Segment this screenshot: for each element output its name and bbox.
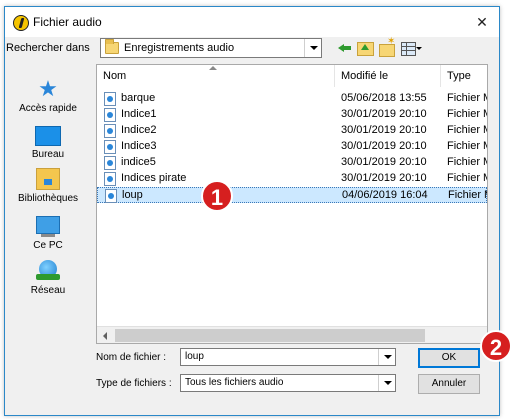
file-date: 30/01/2019 20:10: [341, 172, 427, 184]
file-type: Fichier MP: [447, 140, 487, 152]
audio-file-icon: [104, 124, 116, 138]
place-label: Bureau: [31, 149, 65, 160]
desktop-icon: [35, 126, 61, 146]
file-name: Indice3: [121, 140, 157, 152]
column-header-date[interactable]: Modifié le: [335, 65, 441, 87]
file-row[interactable]: barque 05/06/2018 13:55 Fichier MP: [97, 91, 487, 107]
file-list[interactable]: Nom Modifié le Type barque 05/06/2018 13…: [96, 64, 488, 344]
close-button[interactable]: ✕: [471, 11, 493, 33]
column-header-type[interactable]: Type: [441, 65, 487, 87]
audio-file-icon: [104, 140, 116, 154]
ok-button[interactable]: OK: [418, 348, 480, 368]
file-type: Fichier MP: [447, 108, 487, 120]
file-date: 30/01/2019 20:10: [341, 124, 427, 136]
file-type: Fichier MP: [447, 92, 487, 104]
filetype-dropdown[interactable]: Tous les fichiers audio: [180, 374, 396, 392]
file-row-selected[interactable]: loup 04/06/2019 16:04 Fichier MP: [97, 187, 487, 203]
file-row[interactable]: Indices pirate 30/01/2019 20:10 Fichier …: [97, 171, 487, 187]
file-date: 30/01/2019 20:10: [341, 156, 427, 168]
file-type: Fichier MP: [447, 124, 487, 136]
scrollbar-thumb[interactable]: [115, 329, 425, 342]
column-header-name[interactable]: Nom: [97, 65, 335, 87]
lookin-value: Enregistrements audio: [124, 42, 235, 54]
filetype-value: Tous les fichiers audio: [185, 377, 284, 388]
file-type: Fichier MP: [447, 172, 487, 184]
place-quick-access[interactable]: ★ Accès rapide: [6, 76, 90, 115]
place-label: Réseau: [30, 285, 66, 296]
folder-up-icon[interactable]: [356, 40, 374, 56]
filename-value: loup: [185, 351, 204, 362]
place-label: Accès rapide: [19, 103, 77, 114]
filename-label: Nom de fichier :: [96, 352, 167, 363]
file-date: 30/01/2019 20:10: [341, 108, 427, 120]
file-row[interactable]: Indice1 30/01/2019 20:10 Fichier MP: [97, 107, 487, 123]
app-logo-icon: [13, 15, 29, 31]
new-folder-icon[interactable]: [378, 36, 396, 57]
star-icon: ★: [38, 76, 58, 101]
column-header-label: Nom: [103, 70, 127, 82]
file-row[interactable]: Indice3 30/01/2019 20:10 Fichier MP: [97, 139, 487, 155]
chevron-down-icon[interactable]: [378, 375, 395, 391]
place-label: Bibliothèques: [17, 193, 79, 204]
chevron-down-icon[interactable]: [378, 349, 395, 365]
lookin-dropdown[interactable]: Enregistrements audio: [100, 38, 322, 58]
step-badge-1: 1: [201, 180, 233, 212]
pc-icon: [36, 216, 60, 237]
file-date: 04/06/2019 16:04: [342, 189, 428, 201]
sort-ascending-icon: [209, 66, 217, 72]
window-title: Fichier audio: [33, 15, 102, 29]
libraries-icon: [36, 168, 60, 190]
place-this-pc[interactable]: Ce PC: [6, 216, 90, 251]
file-date: 05/06/2018 13:55: [341, 92, 427, 104]
filename-input[interactable]: loup: [180, 348, 396, 366]
file-name: Indice1: [121, 108, 157, 120]
view-menu-icon[interactable]: [400, 40, 424, 56]
file-type: Fichier MP: [448, 189, 487, 201]
place-desktop[interactable]: Bureau: [6, 126, 90, 160]
filetype-label: Type de fichiers :: [96, 378, 172, 389]
place-libraries[interactable]: Bibliothèques: [6, 168, 90, 204]
audio-file-icon: [104, 92, 116, 106]
network-icon: [36, 260, 60, 282]
audio-file-icon: [104, 156, 116, 170]
folder-icon: [105, 39, 119, 54]
file-row[interactable]: indice5 30/01/2019 20:10 Fichier MP: [97, 155, 487, 171]
file-name: Indice2: [121, 124, 157, 136]
file-row[interactable]: Indice2 30/01/2019 20:10 Fichier MP: [97, 123, 487, 139]
back-icon[interactable]: [336, 40, 354, 56]
column-headers: Nom Modifié le Type: [97, 65, 487, 87]
lookin-label: Rechercher dans: [6, 42, 90, 54]
file-name: indice5: [121, 156, 156, 168]
audio-file-icon: [104, 172, 116, 186]
scroll-left-icon[interactable]: [97, 327, 114, 343]
file-date: 30/01/2019 20:10: [341, 140, 427, 152]
audio-file-icon: [105, 189, 117, 203]
file-type: Fichier MP: [447, 156, 487, 168]
file-name: barque: [121, 92, 156, 104]
step-badge-2: 2: [480, 330, 512, 362]
places-bar: ★ Accès rapide Bureau Bibliothèques Ce P…: [6, 64, 90, 298]
cancel-button[interactable]: Annuler: [418, 374, 480, 394]
title-bar: Fichier audio ✕: [5, 7, 499, 37]
place-network[interactable]: Réseau: [6, 260, 90, 296]
place-label: Ce PC: [33, 240, 63, 251]
chevron-down-icon[interactable]: [304, 39, 321, 57]
audio-file-icon: [104, 108, 116, 122]
horizontal-scrollbar[interactable]: [97, 326, 487, 343]
